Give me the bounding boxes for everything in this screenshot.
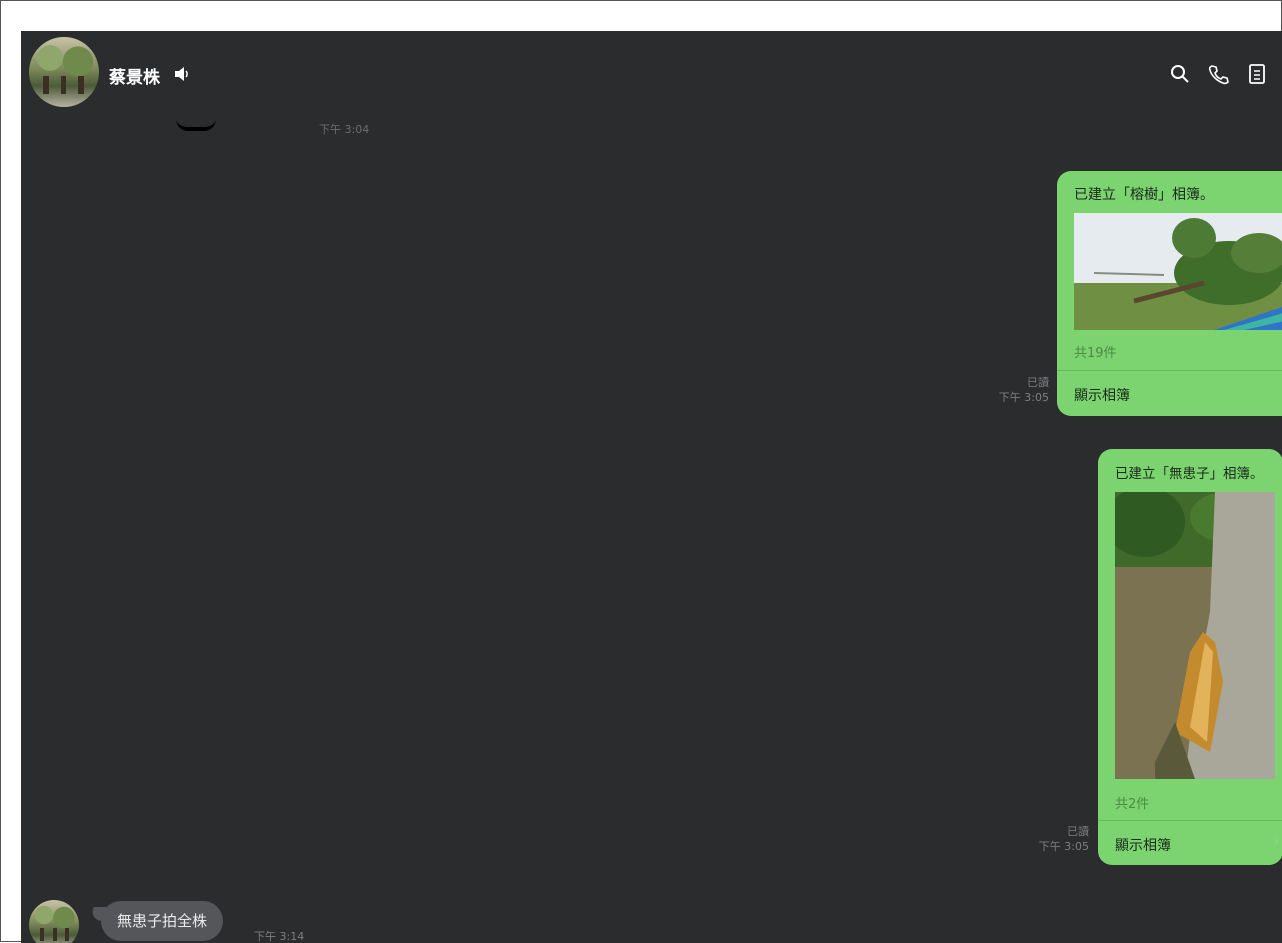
album-item-count: 共19件 xyxy=(1074,346,1117,361)
incoming-message[interactable]: 無患子拍全株 xyxy=(101,901,224,941)
read-receipt: 已讀 xyxy=(1027,376,1049,389)
phone-icon[interactable] xyxy=(1207,63,1229,85)
album-thumbnail[interactable] xyxy=(1115,492,1275,779)
contact-avatar[interactable] xyxy=(29,37,99,107)
speaker-icon xyxy=(175,67,188,81)
chat-window: 蔡景株 下午 3:04 已讀 下午 3:05 已建立「榕樹」相簿。 共19件 顯… xyxy=(21,31,1282,943)
message-time: 下午 3:04 xyxy=(319,123,370,136)
message-time: 下午 3:14 xyxy=(254,930,305,943)
message-meta: 已讀 下午 3:05 xyxy=(1021,824,1089,854)
message-meta: 已讀 下午 3:05 xyxy=(981,375,1049,405)
chat-header: 蔡景株 xyxy=(21,31,1282,121)
partial-sticker xyxy=(176,117,216,131)
divider xyxy=(1057,370,1282,371)
search-icon[interactable] xyxy=(1169,63,1191,85)
contact-name[interactable]: 蔡景株 xyxy=(109,63,160,88)
divider xyxy=(1098,820,1282,821)
album-thumbnail[interactable] xyxy=(1074,213,1282,330)
album-card-banyan[interactable]: 已建立「榕樹」相簿。 共19件 顯示相簿 › xyxy=(1057,171,1282,416)
chevron-right-icon: › xyxy=(1273,834,1279,850)
notes-icon[interactable] xyxy=(1246,63,1268,85)
message-time: 下午 3:05 xyxy=(1038,840,1089,853)
album-card-soapberry[interactable]: 已建立「無患子」相簿。 共2件 顯示相簿 › xyxy=(1098,449,1282,865)
show-album-link[interactable]: 顯示相簿 xyxy=(1115,835,1171,855)
sender-avatar[interactable] xyxy=(29,900,79,943)
read-receipt: 已讀 xyxy=(1067,825,1089,838)
show-album-link[interactable]: 顯示相簿 xyxy=(1074,385,1130,405)
window-frame: 蔡景株 下午 3:04 已讀 下午 3:05 已建立「榕樹」相簿。 共19件 顯… xyxy=(0,0,1282,943)
message-time: 下午 3:05 xyxy=(998,391,1049,404)
album-title: 已建立「榕樹」相簿。 xyxy=(1074,187,1214,203)
album-item-count: 共2件 xyxy=(1115,797,1150,812)
album-title: 已建立「無患子」相簿。 xyxy=(1115,466,1264,482)
